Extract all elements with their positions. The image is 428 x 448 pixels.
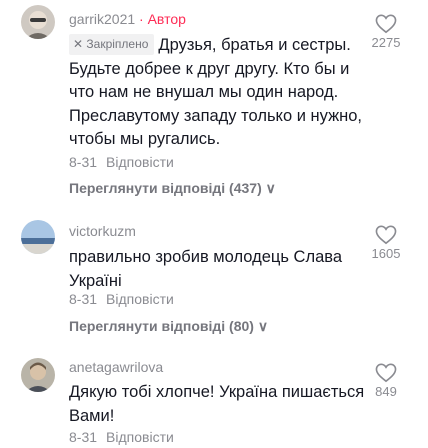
like-count: 849	[375, 384, 397, 399]
avatar[interactable]	[21, 5, 55, 39]
comment-meta: 8-31 Відповісти	[69, 154, 174, 170]
author-badge: · Автор	[135, 11, 186, 27]
avatar[interactable]	[21, 358, 55, 392]
pinned-label: Закріплено	[86, 37, 149, 51]
comment-text: правильно зробив молодець Слава Україні	[69, 248, 342, 290]
comment-meta: 8-31 Відповісти	[69, 291, 174, 307]
heart-icon[interactable]	[375, 363, 397, 383]
comment-username[interactable]: victorkuzm	[69, 223, 136, 239]
view-replies-link[interactable]: Переглянути відповіді (437) ∨	[69, 180, 276, 197]
view-replies-link[interactable]: Переглянути відповіді (80) ∨	[69, 318, 268, 335]
comment-date: 8-31	[69, 429, 98, 445]
pin-icon: ✕	[73, 37, 84, 51]
like-count: 2275	[371, 35, 401, 50]
reply-button[interactable]: Відповісти	[106, 291, 174, 307]
comment-date: 8-31	[69, 291, 98, 307]
username-text[interactable]: garrik2021	[69, 11, 135, 27]
chevron-down-icon: ∨	[257, 318, 269, 334]
comment-text: Дякую тобі хлопче! Україна пишається Вам…	[69, 383, 365, 425]
comment-meta: 8-31 Відповісти	[69, 429, 174, 445]
view-replies-label[interactable]: Переглянути відповіді (437)	[69, 180, 262, 196]
reply-button[interactable]: Відповісти	[106, 154, 174, 170]
comment-date: 8-31	[69, 154, 98, 170]
view-replies-label[interactable]: Переглянути відповіді (80)	[69, 318, 254, 334]
reply-button[interactable]: Відповісти	[106, 429, 174, 445]
pinned-badge: ✕ Закріплено	[69, 34, 155, 55]
heart-icon[interactable]	[375, 14, 397, 34]
comment-username[interactable]: anetagawrilova	[69, 359, 163, 375]
like-button[interactable]: 1605	[364, 225, 408, 261]
chevron-down-icon: ∨	[265, 180, 276, 196]
like-button[interactable]: 849	[364, 363, 408, 399]
comment-username[interactable]: garrik2021 · Автор	[69, 11, 186, 27]
comment-text: ✕ Закріплено Друзья, братья и сестры. Буд…	[69, 34, 369, 152]
heart-icon[interactable]	[375, 225, 397, 245]
avatar[interactable]	[21, 220, 55, 254]
like-count: 1605	[371, 246, 401, 261]
like-button[interactable]: 2275	[364, 14, 408, 50]
